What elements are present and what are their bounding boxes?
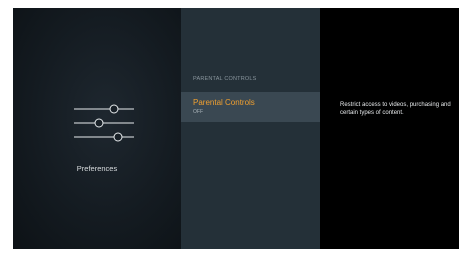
sliders-icon: [74, 104, 134, 142]
menu-item-title: Parental Controls: [193, 98, 255, 107]
category-label: Preferences: [76, 164, 118, 173]
menu-item-parental-controls[interactable]: Parental Controls OFF: [181, 92, 320, 122]
category-panel: Preferences: [13, 8, 181, 249]
description-panel: Restrict access to videos, purchasing an…: [320, 8, 459, 249]
menu-item-status: OFF: [193, 109, 203, 115]
settings-screen: Preferences PARENTAL CONTROLS Parental C…: [13, 8, 459, 249]
settings-menu: PARENTAL CONTROLS Parental Controls OFF: [181, 8, 320, 249]
section-header: PARENTAL CONTROLS: [193, 76, 257, 82]
description-text: Restrict access to videos, purchasing an…: [340, 102, 451, 116]
